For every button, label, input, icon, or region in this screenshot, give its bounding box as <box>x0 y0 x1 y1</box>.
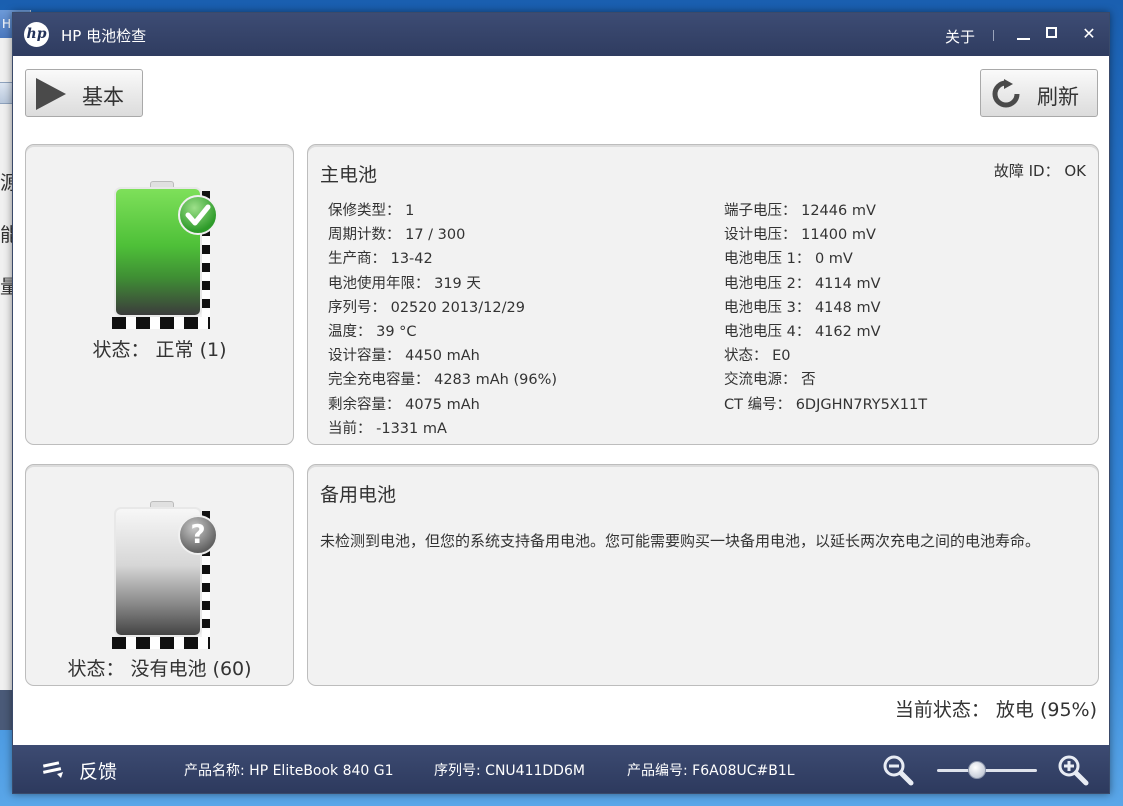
battery-checker-base <box>112 317 210 329</box>
battery-check-window: hp HP 电池检查 关于 ✕ 基本 刷新 状态： 正常 (1) 主电池 故障 … <box>12 12 1110 794</box>
zoom-in-icon[interactable] <box>1056 753 1090 787</box>
info-row: 完全充电容量： 4283 mAh (96%) <box>328 372 558 389</box>
close-icon: ✕ <box>1082 24 1096 43</box>
zoom-slider-thumb[interactable] <box>968 761 986 779</box>
info-row: 生产商： 13-42 <box>328 251 433 268</box>
info-row: 电池电压 2： 4114 mV <box>724 275 881 292</box>
backup-battery-icon: ? <box>112 501 218 649</box>
refresh-icon <box>992 79 1020 108</box>
main-battery-icon <box>112 181 218 329</box>
info-row: 保修类型： 1 <box>328 203 415 219</box>
basic-view-label: 基本 <box>82 85 124 109</box>
product-number: 产品编号: F6A08UC#B1L <box>627 763 795 779</box>
backup-battery-status: 状态： 没有电池 (60) <box>67 658 252 680</box>
zoom-out-icon[interactable] <box>881 753 915 787</box>
backup-battery-title: 备用电池 <box>320 484 397 506</box>
backup-battery-icon-panel: ? 状态： 没有电池 (60) <box>25 464 294 686</box>
info-row: 交流电源： 否 <box>724 372 816 389</box>
main-battery-left-column: 保修类型： 1 周期计数： 17 / 300 生产商： 13-42 电池使用年限… <box>328 199 557 441</box>
fault-id: 故障 ID： OK <box>993 162 1086 180</box>
main-battery-status: 状态： 正常 (1) <box>92 339 227 361</box>
main-battery-right-column: 端子电压： 12446 mV 设计电压： 11400 mV 电池电压 1： 0 … <box>724 199 927 417</box>
title-bar[interactable]: hp HP 电池检查 关于 ✕ <box>13 13 1109 56</box>
battery-checker-base <box>112 637 210 649</box>
info-row: 当前： -1331 mA <box>328 420 447 437</box>
footer-bar: 反馈 产品名称: HP EliteBook 840 G1 序列号: CNU411… <box>13 745 1109 793</box>
refresh-button[interactable]: 刷新 <box>980 69 1098 117</box>
main-battery-title: 主电池 <box>320 164 378 186</box>
app-title: HP 电池检查 <box>61 27 147 45</box>
info-row: 电池使用年限： 319 天 <box>328 275 481 292</box>
main-battery-info-panel: 主电池 故障 ID： OK 保修类型： 1 周期计数： 17 / 300 生产商… <box>307 144 1099 445</box>
maximize-icon <box>1046 27 1057 38</box>
backup-battery-info-panel: 备用电池 未检测到电池，但您的系统支持备用电池。您可能需要购买一块备用电池，以延… <box>307 464 1099 686</box>
title-separator <box>993 30 994 41</box>
feedback-link[interactable]: 反馈 <box>79 757 117 784</box>
close-button[interactable]: ✕ <box>1076 21 1102 47</box>
refresh-label: 刷新 <box>1037 85 1079 109</box>
minimize-icon <box>1017 38 1030 40</box>
info-row: 周期计数： 17 / 300 <box>328 227 466 244</box>
question-badge-icon: ? <box>178 515 218 555</box>
info-row: 状态： E0 <box>724 348 791 365</box>
hp-logo-icon: hp <box>24 22 49 47</box>
info-row: 端子电压： 12446 mV <box>724 203 876 219</box>
serial-number: 序列号: CNU411DD6M <box>434 763 585 779</box>
backup-battery-message: 未检测到电池，但您的系统支持备用电池。您可能需要购买一块备用电池，以延长两次充电… <box>320 532 1041 550</box>
about-link[interactable]: 关于 <box>945 26 975 47</box>
current-status: 当前状态： 放电 (95%) <box>894 699 1097 721</box>
info-row: 温度： 39 °C <box>328 323 417 340</box>
minimize-button[interactable] <box>1011 21 1037 47</box>
info-row: 序列号： 02520 2013/12/29 <box>328 299 525 316</box>
info-row: 电池电压 3： 4148 mV <box>724 299 881 316</box>
info-row: 电池电压 4： 4162 mV <box>724 323 881 340</box>
info-row: 设计容量： 4450 mAh <box>328 348 480 365</box>
maximize-button[interactable] <box>1040 21 1066 47</box>
basic-view-button[interactable]: 基本 <box>25 69 143 117</box>
check-badge-icon <box>178 195 218 235</box>
play-icon <box>36 78 66 110</box>
info-row: 电池电压 1： 0 mV <box>724 251 853 268</box>
product-name: 产品名称: HP EliteBook 840 G1 <box>184 763 394 779</box>
feedback-icon[interactable] <box>41 759 65 779</box>
info-row: CT 编号： 6DJGHN7RY5X11T <box>724 396 928 413</box>
zoom-slider-track[interactable] <box>937 769 1037 772</box>
info-row: 设计电压： 11400 mV <box>724 227 876 244</box>
info-row: 剩余容量： 4075 mAh <box>328 396 480 413</box>
main-battery-icon-panel: 状态： 正常 (1) <box>25 144 294 445</box>
